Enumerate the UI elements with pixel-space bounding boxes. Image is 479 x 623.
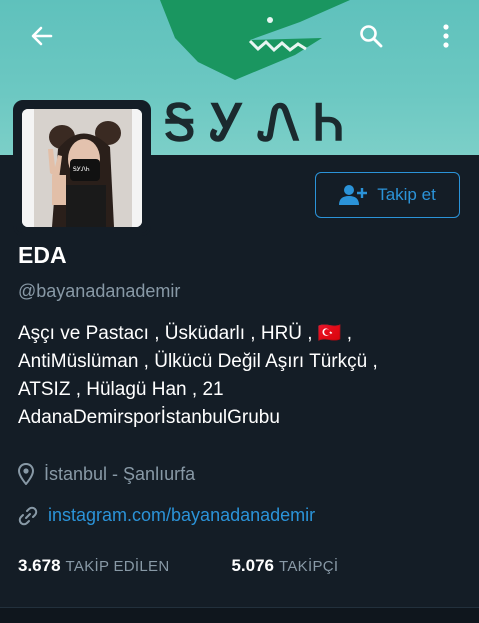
- svg-text:ᎦᎩᏁᏂ: ᎦᎩᏁᏂ: [73, 166, 90, 173]
- avatar[interactable]: ᎦᎩᏁᏂ: [22, 109, 142, 227]
- profile-bio: Aşçı ve Pastacı , Üsküdarlı , HRÜ , 🇹🇷 ,…: [18, 320, 468, 432]
- back-button[interactable]: [24, 18, 60, 54]
- followers-count: 5.076: [231, 556, 275, 575]
- following-count: 3.678: [18, 556, 61, 575]
- follow-button-label: Takip et: [377, 185, 436, 204]
- link-icon: [18, 506, 38, 525]
- avatar-frame[interactable]: ᎦᎩᏁᏂ: [13, 100, 151, 236]
- add-user-icon: [339, 185, 368, 205]
- avatar-photo: ᎦᎩᏁᏂ: [22, 109, 142, 227]
- bio-line: AdanaDemirsporİstanbulGrubu: [18, 407, 280, 428]
- runic-banner-text: ᎦᎩᏁᏂ: [164, 93, 358, 152]
- followers-stat[interactable]: 5.076 TAKİPÇİ: [231, 556, 338, 576]
- search-icon: [360, 25, 383, 48]
- more-vertical-icon: [443, 24, 449, 48]
- following-stat[interactable]: 3.678 TAKİP EDİLEN: [18, 556, 169, 576]
- profile-location: İstanbul - Şanlıurfa: [18, 463, 195, 485]
- profile-website[interactable]: instagram.com/bayanadanademir: [18, 505, 315, 526]
- bio-line: Aşçı ve Pastacı , Üsküdarlı , HRÜ , 🇹🇷 ,: [18, 323, 353, 344]
- website-link[interactable]: instagram.com/bayanadanademir: [48, 505, 315, 526]
- profile-handle: @bayanadanademir: [18, 281, 181, 301]
- search-button[interactable]: [353, 18, 389, 54]
- more-options-button[interactable]: [428, 18, 464, 54]
- followers-label: TAKİPÇİ: [279, 558, 339, 575]
- following-label: TAKİP EDİLEN: [65, 558, 170, 575]
- bio-line: ATSIZ , Hülagü Han , 21: [18, 379, 224, 400]
- bio-line: AntiMüslüman , Ülkücü Değil Aşırı Türkçü…: [18, 351, 378, 372]
- profile-name: EDA: [18, 242, 67, 268]
- tab-divider: [0, 607, 479, 623]
- arrow-left-icon: [31, 26, 53, 46]
- location-text: İstanbul - Şanlıurfa: [44, 463, 196, 484]
- location-pin-icon: [18, 463, 34, 485]
- profile-stats: 3.678 TAKİP EDİLEN 5.076 TAKİPÇİ: [18, 556, 338, 576]
- follow-button[interactable]: Takip et: [315, 172, 460, 218]
